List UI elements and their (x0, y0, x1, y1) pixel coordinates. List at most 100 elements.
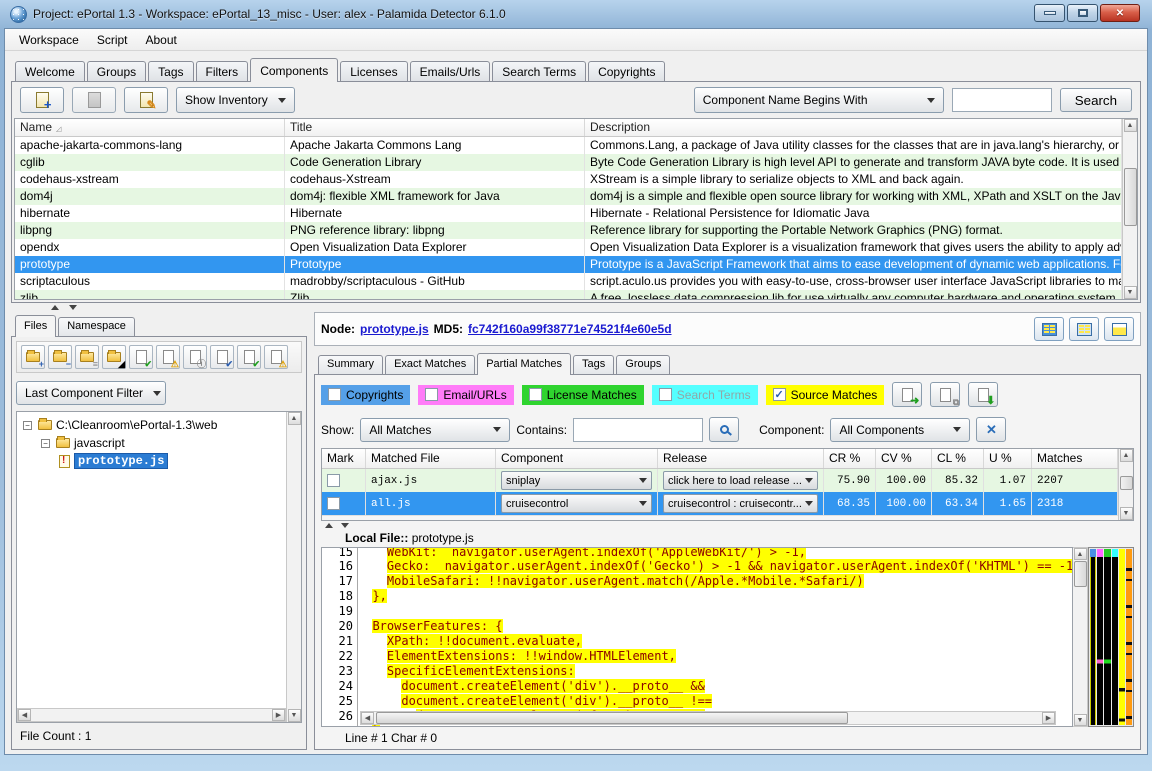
code-hscrollbar[interactable]: ◀ ▶ (360, 711, 1056, 725)
contains-input[interactable] (573, 418, 703, 442)
matches-table-header[interactable]: MarkMatched FileComponentReleaseCR %CV %… (322, 449, 1118, 469)
matches-table-scrollbar[interactable]: ▲ ▼ (1118, 449, 1133, 520)
tree-item-prototype-js[interactable]: prototype.js (19, 452, 284, 470)
scrollbar-thumb[interactable] (1124, 168, 1137, 226)
show-inventory-dropdown[interactable]: Show Inventory (176, 87, 295, 113)
column-header-u[interactable]: U % (984, 449, 1032, 468)
titlebar[interactable]: Project: ePortal 1.3 - Workspace: ePorta… (4, 0, 1148, 28)
column-header-title[interactable]: Title (285, 119, 585, 136)
scroll-down-icon[interactable]: ▼ (1124, 286, 1137, 299)
component-search-input[interactable] (952, 88, 1052, 112)
show-matches-dropdown[interactable]: All Matches (360, 418, 510, 442)
search-mode-dropdown[interactable]: Component Name Begins With (694, 87, 944, 113)
scroll-right-icon[interactable]: ▶ (1042, 712, 1055, 724)
tab-tags[interactable]: Tags (148, 61, 193, 81)
table-row[interactable]: scriptaculousmadrobby/scriptaculous - Gi… (15, 273, 1122, 290)
checkbox-unchecked[interactable] (659, 388, 672, 401)
tab-tags[interactable]: Tags (573, 355, 614, 374)
column-header-matched-file[interactable]: Matched File (366, 449, 496, 468)
column-header-release[interactable]: Release (658, 449, 824, 468)
file-tree-scrollbar[interactable]: ▲ ▼ (286, 412, 301, 722)
export-matches-button[interactable]: ➜ (892, 382, 922, 407)
search-button[interactable]: Search (1060, 88, 1132, 112)
components-table-scrollbar[interactable]: ▲ ▼ (1122, 119, 1137, 299)
add-component-button[interactable]: + (20, 87, 64, 113)
tree-item-c-cleanroom-eportal-1-3-web[interactable]: −C:\Cleanroom\ePortal-1.3\web (19, 416, 284, 434)
mark-pending-button[interactable]: ⚠ (156, 345, 180, 369)
component-dropdown[interactable]: cruisecontrol (501, 494, 652, 513)
table-row[interactable]: apache-jakarta-commons-langApache Jakart… (15, 137, 1122, 154)
minimize-button[interactable] (1034, 4, 1065, 22)
scroll-up-icon[interactable]: ▲ (1120, 449, 1133, 462)
download-matches-button[interactable]: ⬇ (968, 382, 998, 407)
column-header-cv[interactable]: CV % (876, 449, 932, 468)
checkbox-unchecked[interactable] (327, 497, 340, 510)
checkbox-unchecked[interactable] (425, 388, 438, 401)
component-filter-dropdown[interactable]: Last Component Filter (16, 381, 166, 405)
component-dropdown[interactable]: All Components (830, 418, 970, 442)
release-dropdown[interactable]: click here to load release ... (663, 471, 818, 490)
checkbox-unchecked[interactable] (328, 388, 341, 401)
code-vscrollbar[interactable]: ▲ ▼ (1073, 547, 1088, 727)
tab-search-terms[interactable]: Search Terms (492, 61, 586, 81)
tab-licenses[interactable]: Licenses (340, 61, 407, 81)
delete-component-button[interactable] (72, 87, 116, 113)
tab-files[interactable]: Files (15, 315, 56, 337)
table-row[interactable]: cglibCode Generation LibraryByte Code Ge… (15, 154, 1122, 171)
tree-item-javascript[interactable]: −javascript (19, 434, 284, 452)
tab-partial-matches[interactable]: Partial Matches (477, 353, 571, 375)
tab-components[interactable]: Components (250, 58, 338, 82)
vertical-splitter[interactable] (307, 312, 314, 750)
table-row[interactable]: codehaus-xstreamcodehaus-XstreamXStream … (15, 171, 1122, 188)
match-row[interactable]: ajax.jssniplayclick here to load release… (322, 469, 1118, 492)
scroll-down-icon[interactable]: ▼ (1120, 507, 1133, 520)
filter-chip-source-matches[interactable]: ✓Source Matches (766, 385, 885, 405)
file-info-button[interactable]: ⓘ (183, 345, 207, 369)
table-row[interactable]: prototypePrototypePrototype is a JavaScr… (15, 256, 1122, 273)
match-density-map[interactable] (1088, 547, 1134, 727)
matches-code-splitter[interactable] (321, 521, 1134, 530)
scroll-up-icon[interactable]: ▲ (1074, 548, 1087, 560)
file-tree-hscrollbar[interactable]: ◀ ▶ (17, 708, 286, 722)
mark-checked-button[interactable]: ✔ (210, 345, 234, 369)
scrollbar-thumb[interactable] (1074, 561, 1087, 587)
component-dropdown[interactable]: sniplay (501, 471, 652, 490)
clear-filter-button[interactable]: ✕ (976, 417, 1006, 442)
code-box[interactable]: 1516171819202122232425262728 WebKit: nav… (321, 547, 1073, 727)
table-row[interactable]: dom4jdom4j: flexible XML framework for J… (15, 188, 1122, 205)
menu-about[interactable]: About (138, 31, 185, 49)
expand-all-button[interactable]: + (21, 345, 45, 369)
menu-script[interactable]: Script (89, 31, 136, 49)
tree-view-button[interactable]: ≡ (75, 345, 99, 369)
tab-exact-matches[interactable]: Exact Matches (385, 355, 475, 374)
scroll-down-icon[interactable]: ▼ (288, 709, 301, 722)
scroll-left-icon[interactable]: ◀ (18, 709, 31, 721)
scroll-up-icon[interactable]: ▲ (288, 412, 301, 425)
approve-file-button[interactable]: ✔ (237, 345, 261, 369)
column-header-cl[interactable]: CL % (932, 449, 984, 468)
splitter-up-icon[interactable] (325, 523, 333, 528)
splitter-down-icon[interactable] (69, 305, 77, 310)
column-header-component[interactable]: Component (496, 449, 658, 468)
checkbox-unchecked[interactable] (327, 474, 340, 487)
tab-welcome[interactable]: Welcome (15, 61, 85, 81)
tab-copyrights[interactable]: Copyrights (588, 61, 665, 81)
maximize-button[interactable] (1067, 4, 1098, 22)
view-full-button[interactable] (1104, 317, 1134, 341)
column-header-name[interactable]: Name◿ (15, 119, 285, 136)
edit-component-button[interactable]: ✎ (124, 87, 168, 113)
table-row[interactable]: opendxOpen Visualization Data ExplorerOp… (15, 239, 1122, 256)
code-content[interactable]: WebKit: navigator.userAgent.indexOf('App… (358, 548, 1072, 726)
view-grid-button[interactable] (1034, 317, 1064, 341)
mark-reviewed-button[interactable]: ✔ (129, 345, 153, 369)
node-file-link[interactable]: prototype.js (360, 322, 429, 336)
tab-emails-urls[interactable]: Emails/Urls (410, 61, 491, 81)
table-row[interactable]: libpngPNG reference library: libpngRefer… (15, 222, 1122, 239)
release-dropdown[interactable]: cruisecontrol : cruisecontr... (663, 494, 818, 513)
tab-groups[interactable]: Groups (616, 355, 670, 374)
tab-namespace[interactable]: Namespace (58, 317, 135, 336)
copy-matches-button[interactable]: ⧉ (930, 382, 960, 407)
horizontal-splitter[interactable] (11, 303, 1141, 312)
menu-workspace[interactable]: Workspace (11, 31, 87, 49)
splitter-down-icon[interactable] (341, 523, 349, 528)
